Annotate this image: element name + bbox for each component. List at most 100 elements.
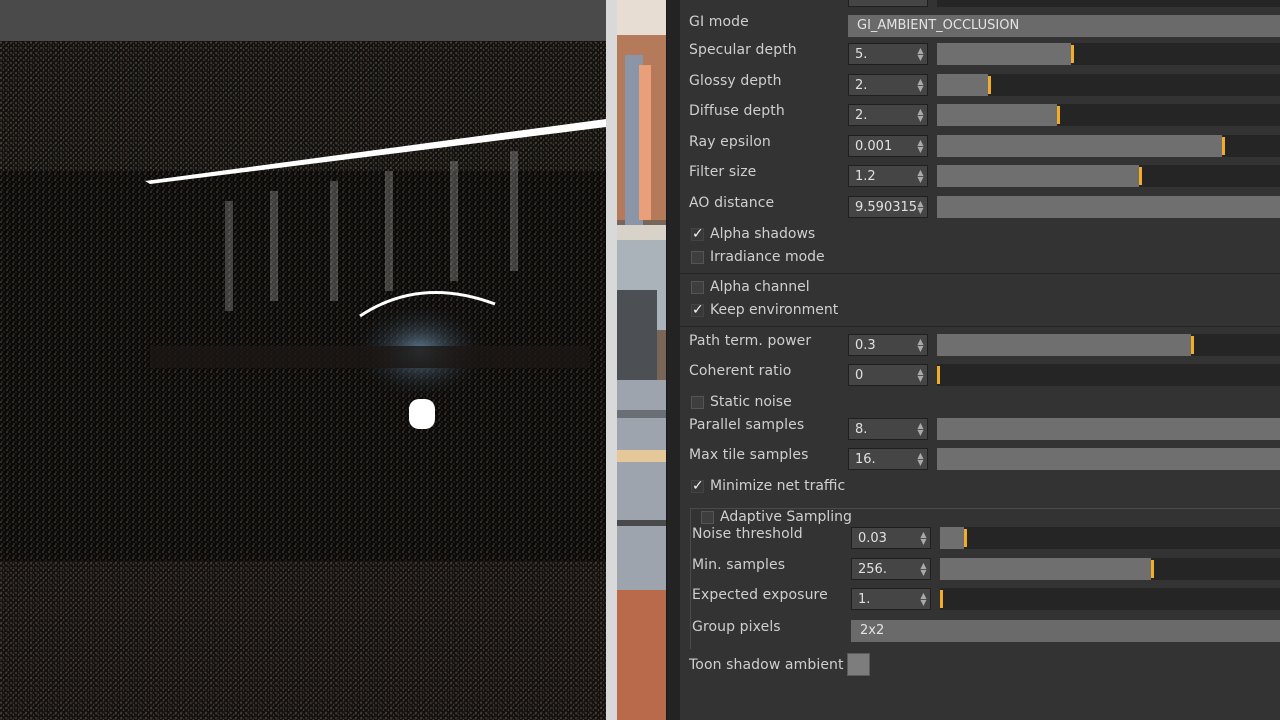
- static-noise-label: Static noise: [710, 394, 792, 410]
- diffuse-value: 2.: [855, 108, 868, 123]
- slider-fill: [937, 418, 1280, 440]
- spinner-arrows-icon[interactable]: ▲ ▼: [920, 531, 927, 546]
- alpha-channel-label: Alpha channel: [710, 279, 810, 295]
- exposure-row: Expected exposure 1. ▲ ▼: [680, 583, 1280, 611]
- max-tile-slider[interactable]: [937, 448, 1280, 470]
- ao-field[interactable]: 9.590315 ▲ ▼: [848, 196, 928, 218]
- slider-fill: [940, 558, 1151, 580]
- alpha-shadows-checkbox[interactable]: ✓: [691, 227, 704, 241]
- irradiance-mode-checkbox[interactable]: [691, 251, 704, 264]
- filter-label: Filter size: [689, 164, 757, 180]
- glossy-field[interactable]: 2. ▲ ▼: [848, 74, 928, 96]
- coherent-field[interactable]: 0 ▲ ▼: [848, 364, 928, 386]
- glossy-label: Glossy depth: [689, 73, 782, 89]
- slider-handle[interactable]: [964, 529, 967, 547]
- spinner-arrows-icon[interactable]: ▲ ▼: [917, 422, 924, 437]
- viewport-toolbar: [0, 0, 606, 42]
- min-samples-field[interactable]: 256. ▲ ▼: [851, 558, 931, 580]
- noise-slider[interactable]: [940, 527, 1280, 549]
- slider-handle[interactable]: [1191, 336, 1194, 354]
- diffuse-row: Diffuse depth 2. ▲ ▼: [680, 99, 1280, 127]
- clipped-slider[interactable]: [937, 0, 1280, 7]
- alpha-shadows-row[interactable]: ✓ Alpha shadows: [680, 225, 1280, 247]
- min-samples-row: Min. samples 256. ▲ ▼: [680, 553, 1280, 581]
- group-pixels-dropdown[interactable]: 2x2: [851, 620, 1280, 642]
- gi-mode-dropdown[interactable]: GI_AMBIENT_OCCLUSION: [848, 15, 1280, 37]
- static-noise-checkbox[interactable]: [691, 396, 704, 409]
- exposure-label: Expected exposure: [692, 587, 828, 603]
- slider-handle[interactable]: [1071, 45, 1074, 63]
- min-samples-label: Min. samples: [692, 557, 786, 573]
- filter-slider[interactable]: [937, 165, 1280, 187]
- group-pixels-row: Group pixels 2x2: [680, 615, 1280, 643]
- max-tile-field[interactable]: 16. ▲ ▼: [848, 448, 928, 470]
- path-term-slider[interactable]: [937, 334, 1280, 356]
- diffuse-field[interactable]: 2. ▲ ▼: [848, 104, 928, 126]
- glossy-slider[interactable]: [937, 74, 1280, 96]
- slider-handle[interactable]: [1151, 560, 1154, 578]
- toon-shadow-ambient-label: Toon shadow ambient: [689, 657, 844, 673]
- path-term-field[interactable]: 0.3 ▲ ▼: [848, 334, 928, 356]
- spinner-arrows-icon[interactable]: ▲ ▼: [917, 452, 924, 467]
- minimize-net-traffic-checkbox[interactable]: ✓: [691, 479, 704, 493]
- spinner-arrows-icon[interactable]: ▲ ▼: [917, 78, 924, 93]
- spinner-arrows-icon[interactable]: ▲ ▼: [920, 592, 927, 607]
- render-viewport[interactable]: [0, 0, 606, 720]
- slider-handle[interactable]: [1057, 106, 1060, 124]
- spinner-arrows-icon[interactable]: ▲ ▼: [917, 200, 924, 215]
- filter-field[interactable]: 1.2 ▲ ▼: [848, 165, 928, 187]
- coherent-slider[interactable]: [937, 364, 1280, 386]
- slider-handle[interactable]: [940, 590, 943, 608]
- parallel-field[interactable]: 8. ▲ ▼: [848, 418, 928, 440]
- slider-handle[interactable]: [1222, 137, 1225, 155]
- spinner-arrows-icon[interactable]: ▲ ▼: [917, 139, 924, 154]
- epsilon-slider[interactable]: [937, 135, 1280, 157]
- filter-value: 1.2: [855, 169, 876, 184]
- parallel-label: Parallel samples: [689, 417, 805, 433]
- spinner-arrows-icon[interactable]: ▲ ▼: [917, 108, 924, 123]
- render-settings-panel: GI mode GI_AMBIENT_OCCLUSION Specular de…: [680, 0, 1280, 720]
- keep-environment-checkbox[interactable]: ✓: [691, 303, 704, 317]
- spinner-arrows-icon[interactable]: ▲ ▼: [920, 562, 927, 577]
- epsilon-field[interactable]: 0.001 ▲ ▼: [848, 135, 928, 157]
- specular-label: Specular depth: [689, 42, 797, 58]
- specular-field[interactable]: 5. ▲ ▼: [848, 43, 928, 65]
- coherent-row: Coherent ratio 0 ▲ ▼: [680, 359, 1280, 387]
- spinner-arrows-icon[interactable]: ▲ ▼: [917, 47, 924, 62]
- separator: [680, 326, 1280, 327]
- irradiance-mode-row[interactable]: Irradiance mode: [680, 248, 1280, 270]
- alpha-shadows-label: Alpha shadows: [710, 226, 816, 242]
- min-samples-slider[interactable]: [940, 558, 1280, 580]
- toon-shadow-ambient-color-swatch[interactable]: [847, 653, 870, 676]
- max-tile-label: Max tile samples: [689, 447, 809, 463]
- slider-handle[interactable]: [1139, 167, 1142, 185]
- static-noise-row[interactable]: Static noise: [680, 393, 1280, 415]
- ao-slider[interactable]: [937, 196, 1280, 218]
- noise-value: 0.03: [858, 531, 887, 546]
- minimize-net-traffic-label: Minimize net traffic: [710, 478, 846, 494]
- diffuse-slider[interactable]: [937, 104, 1280, 126]
- spinner-arrows-icon[interactable]: ▲ ▼: [917, 169, 924, 184]
- spinner-arrows-icon[interactable]: ▲ ▼: [917, 338, 924, 353]
- slider-handle[interactable]: [937, 366, 940, 384]
- slider-handle[interactable]: [988, 76, 991, 94]
- keep-environment-row[interactable]: ✓ Keep environment: [680, 301, 1280, 323]
- clipped-field[interactable]: [848, 0, 928, 7]
- noise-field[interactable]: 0.03 ▲ ▼: [851, 527, 931, 549]
- exposure-field[interactable]: 1. ▲ ▼: [851, 588, 931, 610]
- slider-fill: [937, 196, 1280, 218]
- parallel-slider[interactable]: [937, 418, 1280, 440]
- alpha-channel-checkbox[interactable]: [691, 281, 704, 294]
- minimize-net-traffic-row[interactable]: ✓ Minimize net traffic: [680, 477, 1280, 499]
- separator: [680, 273, 1280, 274]
- path-term-label: Path term. power: [689, 333, 812, 349]
- exposure-value: 1.: [858, 592, 871, 607]
- specular-slider[interactable]: [937, 43, 1280, 65]
- exposure-slider[interactable]: [940, 588, 1280, 610]
- viewport-divider[interactable]: [606, 0, 617, 720]
- gi-mode-label: GI mode: [689, 14, 749, 30]
- spinner-arrows-icon[interactable]: ▲ ▼: [917, 368, 924, 383]
- alpha-channel-row[interactable]: Alpha channel: [680, 278, 1280, 300]
- slider-fill: [937, 135, 1222, 157]
- parallel-value: 8.: [855, 422, 868, 437]
